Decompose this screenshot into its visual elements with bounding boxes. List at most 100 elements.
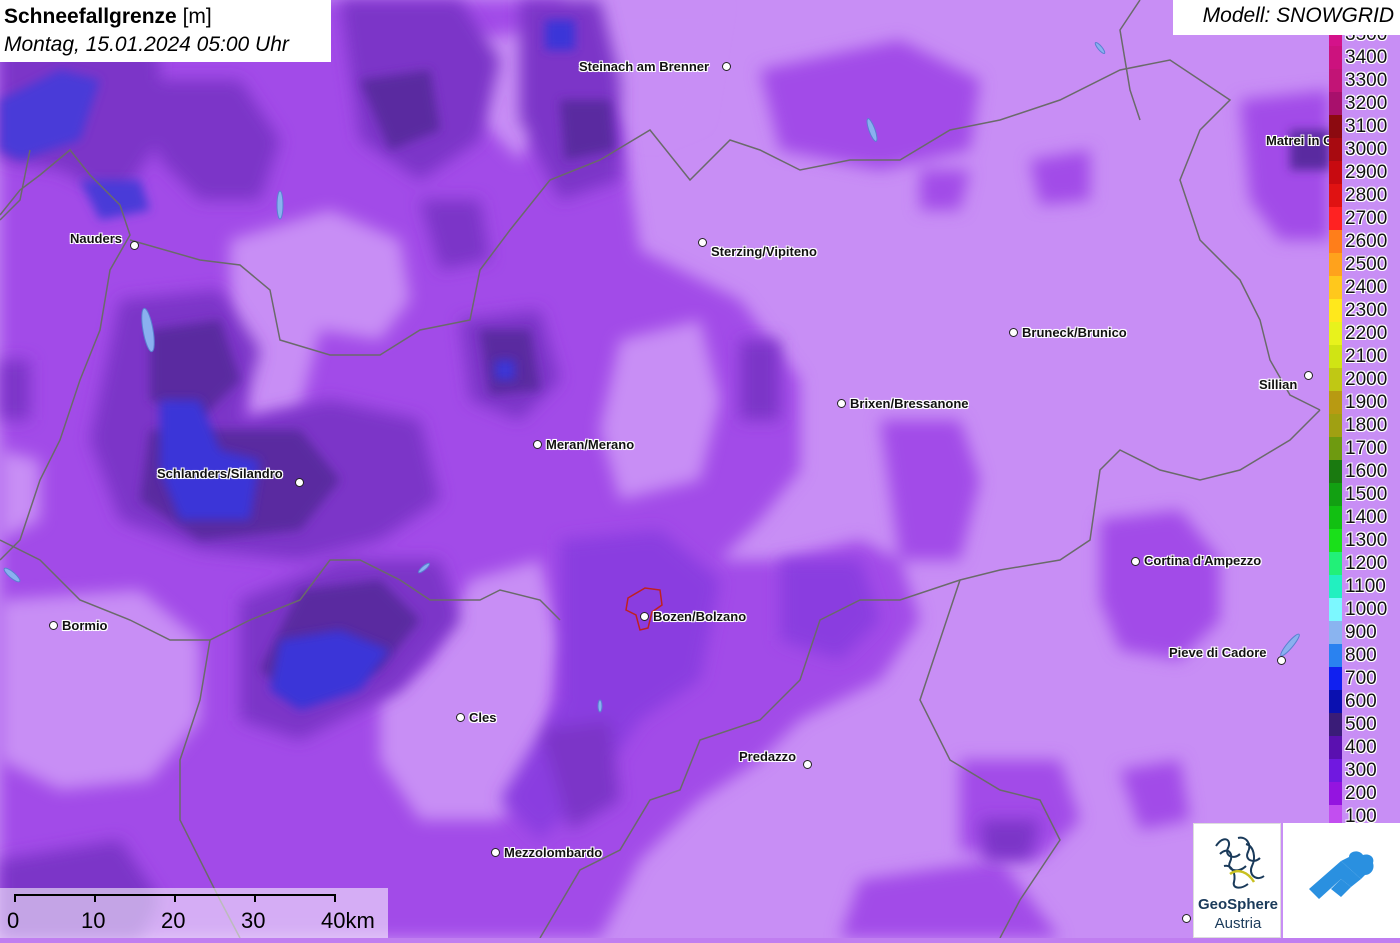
legend-label: 1400 (1345, 507, 1388, 528)
title-unit: [m] (182, 5, 212, 28)
city-dot (837, 399, 846, 408)
legend-row: 1500 (1329, 483, 1400, 506)
city-dot (1009, 328, 1018, 337)
city-bruneck[interactable]: Bruneck/Brunico (1022, 325, 1127, 340)
legend-row: 1400 (1329, 506, 1400, 529)
legend-row: 3200 (1329, 92, 1400, 115)
legend-row: 2800 (1329, 184, 1400, 207)
city-steinach[interactable]: Steinach am Brenner (579, 59, 709, 74)
legend-row: 1700 (1329, 437, 1400, 460)
city-dot (49, 621, 58, 630)
legend-row: 2700 (1329, 207, 1400, 230)
legend-swatch (1329, 621, 1342, 644)
legend-row: 200 (1329, 782, 1400, 805)
legend-row: 2300 (1329, 299, 1400, 322)
city-cles[interactable]: Cles (469, 710, 496, 725)
legend-swatch (1329, 253, 1342, 276)
legend-swatch (1329, 460, 1342, 483)
legend-row: 1100 (1329, 575, 1400, 598)
legend-row: 2000 (1329, 368, 1400, 391)
legend-swatch (1329, 759, 1342, 782)
legend-label: 2100 (1345, 346, 1388, 367)
legend-row: 2900 (1329, 161, 1400, 184)
legend-row: 3100 (1329, 115, 1400, 138)
legend-row: 1800 (1329, 414, 1400, 437)
city-nauders[interactable]: Nauders (70, 231, 122, 246)
geosphere-logo[interactable]: GeoSphere Austria (1193, 823, 1281, 938)
city-dot (1277, 656, 1286, 665)
city-pieve[interactable]: Pieve di Cadore (1169, 645, 1267, 660)
legend-row: 400 (1329, 736, 1400, 759)
legend-swatch (1329, 115, 1342, 138)
scale-label: 20 (161, 908, 186, 933)
model-label: Modell: SNOWGRID (1173, 0, 1400, 35)
snowgrid-logo[interactable] (1283, 823, 1400, 938)
scale-label: 40km (321, 908, 375, 933)
legend-row: 900 (1329, 621, 1400, 644)
legend-label: 2400 (1345, 277, 1388, 298)
legend-swatch (1329, 713, 1342, 736)
legend-swatch (1329, 437, 1342, 460)
legend-row: 500 (1329, 713, 1400, 736)
scale-tick (14, 894, 16, 902)
legend-label: 3200 (1345, 93, 1388, 114)
legend-label: 900 (1345, 622, 1377, 643)
scale-tick (174, 894, 176, 902)
legend-swatch (1329, 552, 1342, 575)
legend-row: 700 (1329, 667, 1400, 690)
legend-row: 1200 (1329, 552, 1400, 575)
city-sillian[interactable]: Sillian (1259, 377, 1297, 392)
legend-label: 2500 (1345, 254, 1388, 275)
legend-label: 2700 (1345, 208, 1388, 229)
city-cortina[interactable]: Cortina d'Ampezzo (1144, 553, 1261, 568)
legend-swatch (1329, 644, 1342, 667)
geosphere-name: GeoSphere (1197, 896, 1279, 913)
legend-swatch (1329, 35, 1342, 46)
city-meran[interactable]: Meran/Merano (546, 437, 634, 452)
legend-label: 1300 (1345, 530, 1388, 551)
legend-row: 2200 (1329, 322, 1400, 345)
legend-swatch (1329, 207, 1342, 230)
legend-label: 800 (1345, 645, 1377, 666)
city-dot (456, 713, 465, 722)
legend-label: 1800 (1345, 415, 1388, 436)
map-datetime: Montag, 15.01.2024 05:00 Uhr (4, 33, 289, 56)
legend-label: 300 (1345, 760, 1377, 781)
geosphere-logo-icon (1215, 836, 1265, 889)
scale-label: 10 (81, 908, 106, 933)
legend-swatch (1329, 690, 1342, 713)
city-brixen[interactable]: Brixen/Bressanone (850, 396, 969, 411)
map-title-box: Schneefallgrenze [m] Montag, 15.01.2024 … (0, 0, 331, 62)
legend-label: 1700 (1345, 438, 1388, 459)
legend-swatch (1329, 368, 1342, 391)
legend-row: 800 (1329, 644, 1400, 667)
legend-swatch (1329, 184, 1342, 207)
scale-tick (254, 894, 256, 902)
legend-label: 3400 (1345, 47, 1388, 68)
city-predazzo[interactable]: Predazzo (739, 749, 796, 764)
scale-tick (94, 894, 96, 902)
legend-label: 1900 (1345, 392, 1388, 413)
legend-label: 2300 (1345, 300, 1388, 321)
city-mezzolombardo[interactable]: Mezzolombardo (504, 845, 602, 860)
legend-label: 500 (1345, 714, 1377, 735)
city-schlanders[interactable]: Schlanders/Silandro (157, 466, 283, 481)
legend-swatch (1329, 414, 1342, 437)
legend-swatch (1329, 69, 1342, 92)
legend-label: 100 (1345, 806, 1377, 825)
city-bormio[interactable]: Bormio (62, 618, 108, 633)
legend-swatch (1329, 506, 1342, 529)
city-dot (698, 238, 707, 247)
city-bozen[interactable]: Bozen/Bolzano (653, 609, 746, 624)
snowgrid-house-icon (1309, 851, 1374, 899)
legend-label: 2000 (1345, 369, 1388, 390)
city-dot (533, 440, 542, 449)
city-sterzing[interactable]: Sterzing/Vipiteno (711, 244, 817, 259)
legend-label: 3300 (1345, 70, 1388, 91)
legend-swatch (1329, 529, 1342, 552)
city-matrei[interactable]: Matrei in O (1266, 133, 1333, 148)
legend-label: 200 (1345, 783, 1377, 804)
legend-row: 3400 (1329, 46, 1400, 69)
legend-row: 600 (1329, 690, 1400, 713)
legend-label: 1200 (1345, 553, 1388, 574)
